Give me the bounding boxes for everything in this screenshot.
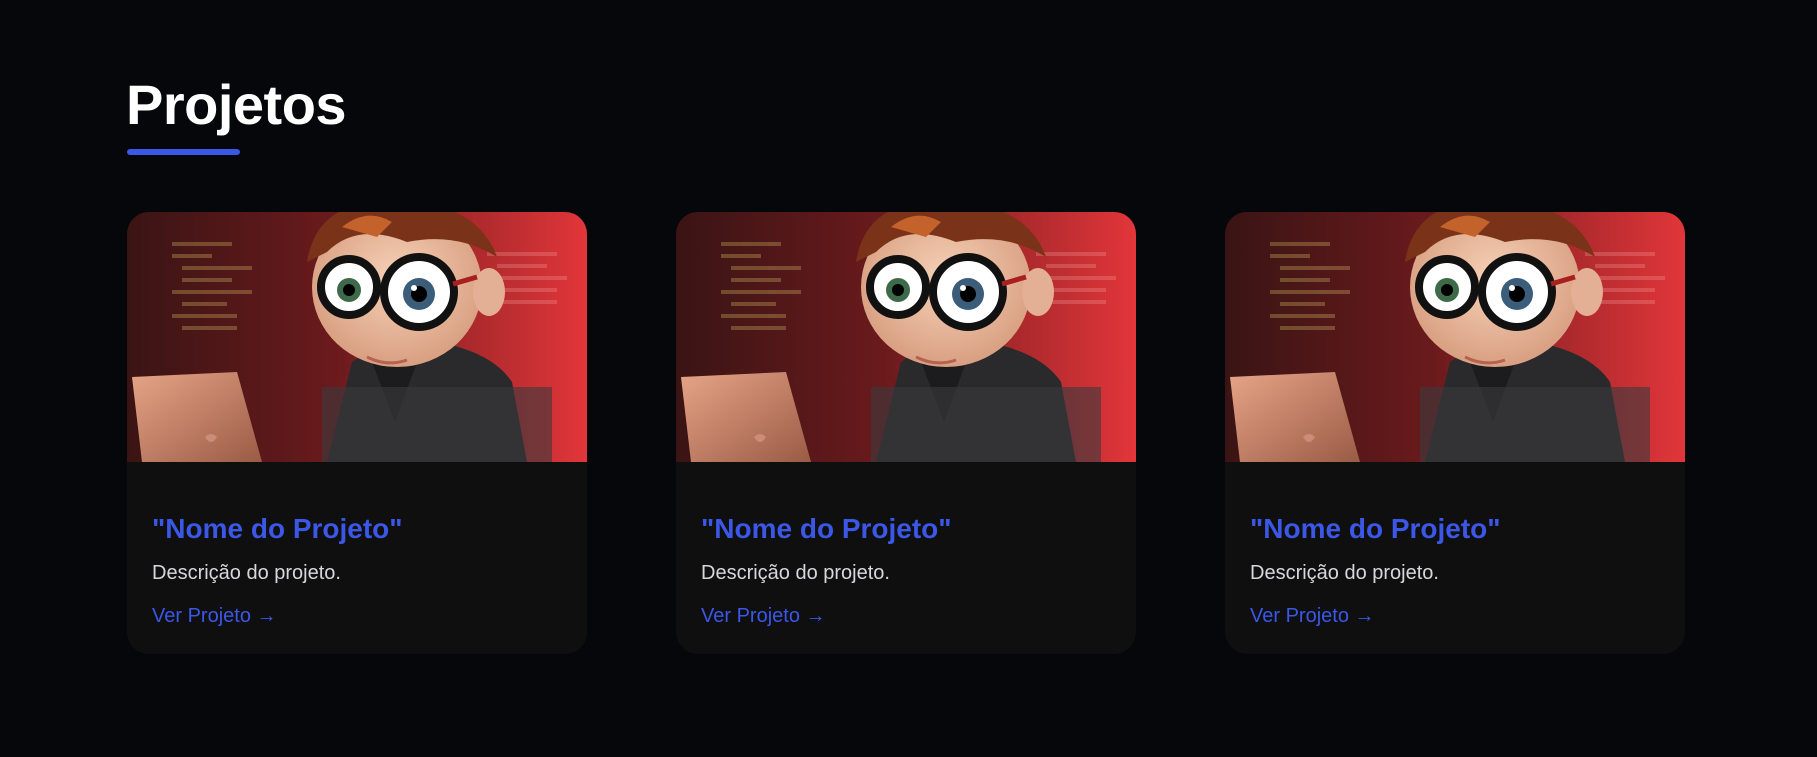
project-cards: "Nome do Projeto" Descrição do projeto. … (127, 212, 1685, 654)
project-image (127, 212, 587, 462)
project-title: "Nome do Projeto" (701, 513, 952, 544)
project-card: "Nome do Projeto" Descrição do projeto. … (676, 212, 1136, 654)
view-project-link[interactable]: Ver Projeto → (152, 605, 277, 628)
project-description: Descrição do projeto. (701, 562, 890, 584)
project-title: "Nome do Projeto" (1250, 513, 1501, 544)
project-image (1225, 212, 1685, 462)
heading-underline (127, 149, 240, 155)
project-title: "Nome do Projeto" (152, 513, 403, 544)
view-project-link[interactable]: Ver Projeto → (1250, 605, 1375, 628)
project-image (676, 212, 1136, 462)
section-heading: Projetos (126, 73, 347, 136)
project-description: Descrição do projeto. (152, 562, 341, 584)
project-description: Descrição do projeto. (1250, 562, 1439, 584)
project-card: "Nome do Projeto" Descrição do projeto. … (1225, 212, 1685, 654)
projects-section: Projetos "Nome do Projeto" Descrição do … (0, 0, 1817, 757)
project-card: "Nome do Projeto" Descrição do projeto. … (127, 212, 587, 654)
view-project-link[interactable]: Ver Projeto → (701, 605, 826, 628)
